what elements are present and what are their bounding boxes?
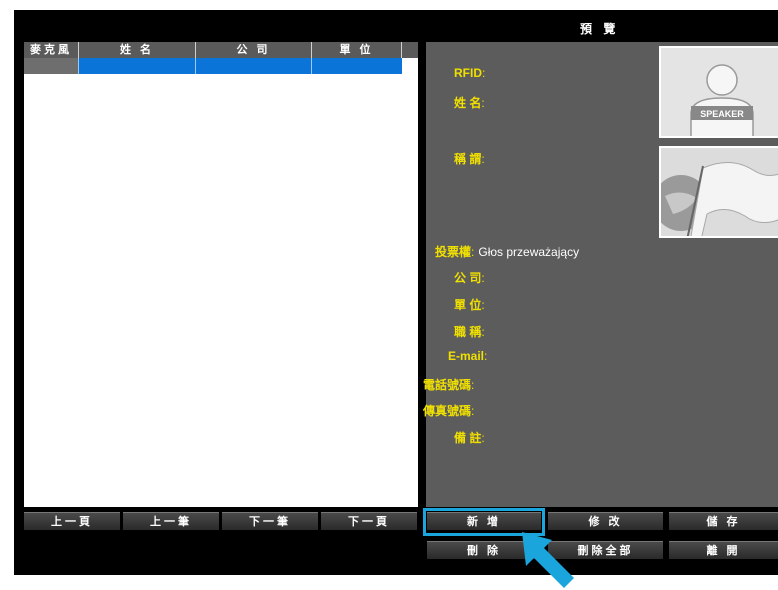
prev-page-button[interactable]: 上一頁 bbox=[24, 512, 120, 530]
next-page-button[interactable]: 下一頁 bbox=[321, 512, 417, 530]
preview-panel: RFID: 姓 名: 稱 謂: 投票權: Głos przeważający 公 … bbox=[423, 42, 778, 507]
field-label: E-mail bbox=[448, 349, 485, 363]
column-header-name[interactable]: 姓 名 bbox=[79, 42, 196, 58]
field-label: 投票權 bbox=[435, 245, 472, 259]
field-label: 備 註 bbox=[454, 431, 482, 445]
field-label: 職 稱 bbox=[454, 325, 482, 339]
column-header-unit[interactable]: 單 位 bbox=[312, 42, 402, 58]
field-company: 公 司: bbox=[454, 271, 485, 285]
leave-button[interactable]: 離 開 bbox=[669, 541, 778, 559]
field-email: E-mail: bbox=[448, 349, 488, 363]
save-button[interactable]: 儲 存 bbox=[669, 512, 778, 530]
flag-icon bbox=[661, 148, 778, 236]
delegate-table[interactable]: 麥克風 姓 名 公 司 單 位 bbox=[24, 42, 418, 507]
row-cell-company[interactable] bbox=[196, 58, 312, 74]
field-phone: 電話號碼: bbox=[423, 378, 475, 392]
row-cell-microphone[interactable] bbox=[24, 58, 79, 74]
field-label: 傳真號碼 bbox=[423, 404, 472, 418]
header-spacer bbox=[402, 42, 418, 58]
field-label: 稱 謂 bbox=[454, 152, 482, 166]
row-cell-name[interactable] bbox=[79, 58, 196, 74]
window-title: 預 覽 bbox=[580, 22, 620, 36]
field-rfid: RFID: bbox=[454, 66, 486, 80]
field-voting-right: 投票權: Głos przeważający bbox=[435, 245, 580, 259]
field-value: Głos przeważający bbox=[478, 245, 580, 259]
row-cell-unit[interactable] bbox=[312, 58, 402, 74]
next-record-button[interactable]: 下一筆 bbox=[222, 512, 318, 530]
field-remarks: 備 註: bbox=[454, 431, 485, 445]
speaker-photo[interactable]: SPEAKER bbox=[659, 46, 778, 138]
field-job-title: 職 稱: bbox=[454, 325, 485, 339]
field-title: 稱 謂: bbox=[454, 152, 485, 166]
field-label: 電話號碼 bbox=[423, 378, 472, 392]
person-placeholder-icon: SPEAKER bbox=[661, 48, 778, 136]
pointer-arrow-icon bbox=[522, 532, 574, 588]
prev-record-button[interactable]: 上一筆 bbox=[123, 512, 219, 530]
table-row[interactable] bbox=[24, 58, 402, 74]
field-label: 單 位 bbox=[454, 298, 482, 312]
field-name: 姓 名: bbox=[454, 96, 485, 110]
flag-image[interactable] bbox=[659, 146, 778, 238]
field-label: 公 司 bbox=[454, 271, 482, 285]
column-header-company[interactable]: 公 司 bbox=[196, 42, 312, 58]
field-unit: 單 位: bbox=[454, 298, 485, 312]
table-header: 麥克風 姓 名 公 司 單 位 bbox=[24, 42, 418, 58]
column-header-microphone[interactable]: 麥克風 bbox=[24, 42, 79, 58]
table-scrollbar[interactable] bbox=[402, 58, 418, 507]
field-label: 姓 名 bbox=[454, 96, 482, 110]
field-fax: 傳真號碼: bbox=[423, 404, 475, 418]
photo-caption: SPEAKER bbox=[700, 109, 744, 119]
field-label: RFID bbox=[454, 66, 482, 80]
